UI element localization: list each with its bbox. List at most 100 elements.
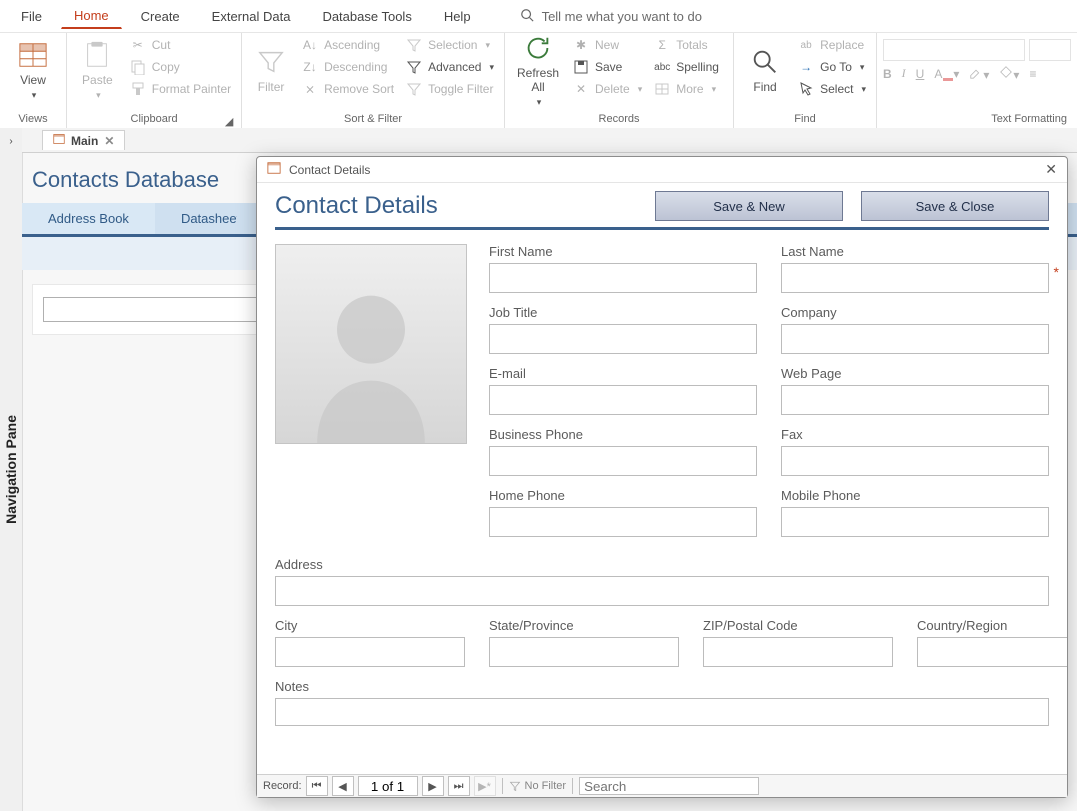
home-phone-field[interactable] [489, 507, 757, 537]
record-search-input[interactable] [579, 777, 759, 795]
more-button[interactable]: More▾ [650, 79, 723, 99]
delete-record-button[interactable]: ✕Delete▾ [569, 79, 646, 99]
fax-field[interactable] [781, 446, 1049, 476]
find-button[interactable]: Find [740, 35, 790, 105]
highlight-button[interactable]: ▾ [969, 65, 989, 82]
label-mobile-phone: Mobile Phone [781, 488, 1049, 503]
address-field[interactable] [275, 576, 1049, 606]
last-name-field[interactable] [781, 263, 1049, 293]
ribbon-group-textfmt: B I U A▾ ▾ ▾ ≡ Text Formatting [877, 33, 1077, 129]
cut-button[interactable]: ✂Cut [126, 35, 235, 55]
delete-icon: ✕ [573, 81, 589, 97]
label-zip: ZIP/Postal Code [703, 618, 893, 633]
prev-record-button[interactable]: ◀ [332, 776, 354, 796]
company-field[interactable] [781, 324, 1049, 354]
label-webpage: Web Page [781, 366, 1049, 381]
record-number-field[interactable] [358, 776, 418, 796]
selection-button[interactable]: Selection▾ [402, 35, 498, 55]
tell-me-search[interactable]: Tell me what you want to do [520, 8, 702, 25]
spelling-button[interactable]: abcSpelling [650, 57, 723, 77]
totals-button[interactable]: ΣTotals [650, 35, 723, 55]
save-and-new-button[interactable]: Save & New [655, 191, 843, 221]
menu-file[interactable]: File [8, 4, 55, 29]
expand-chevron-icon[interactable]: › [9, 136, 12, 147]
menu-create[interactable]: Create [128, 4, 193, 29]
toggle-filter-icon [406, 81, 422, 97]
replace-button[interactable]: abReplace [794, 35, 870, 55]
webpage-field[interactable] [781, 385, 1049, 415]
dialog-heading: Contact Details [275, 192, 438, 220]
goto-icon: → [798, 59, 814, 75]
paste-button[interactable]: Paste ▾ [73, 35, 122, 105]
navigation-pane-collapsed[interactable]: › Navigation Pane [0, 128, 23, 811]
copy-button[interactable]: Copy [126, 57, 235, 77]
underline-button[interactable]: U [916, 67, 925, 81]
menu-help[interactable]: Help [431, 4, 484, 29]
new-record-button[interactable]: ✱New [569, 35, 646, 55]
state-field[interactable] [489, 637, 679, 667]
country-field[interactable] [917, 637, 1067, 667]
bold-button[interactable]: B [883, 67, 892, 81]
notes-field[interactable] [275, 698, 1049, 726]
mobile-phone-field[interactable] [781, 507, 1049, 537]
descending-button[interactable]: Z↓Descending [298, 57, 398, 77]
goto-button[interactable]: →Go To▾ [794, 57, 870, 77]
zip-field[interactable] [703, 637, 893, 667]
font-name-combo[interactable] [883, 39, 1025, 61]
menu-database-tools[interactable]: Database Tools [309, 4, 424, 29]
format-painter-button[interactable]: Format Painter [126, 79, 235, 99]
dialog-launcher-icon[interactable]: ◢ [223, 115, 235, 127]
grid-icon [654, 81, 670, 97]
paste-icon [82, 40, 112, 70]
no-filter-indicator[interactable]: No Filter [509, 780, 567, 792]
ribbon-group-clipboard: Paste ▾ ✂Cut Copy Format Painter Clipboa… [67, 33, 242, 129]
filter-button[interactable]: Filter [248, 35, 294, 105]
document-tabstrip: Main ✕ [22, 128, 1077, 153]
toggle-filter-button[interactable]: Toggle Filter [402, 79, 498, 99]
first-record-button[interactable]: ⏮ [306, 776, 328, 796]
align-button[interactable]: ≡ [1029, 67, 1036, 81]
chevron-down-icon: ▾ [537, 97, 542, 108]
chevron-down-icon: ▾ [32, 90, 37, 101]
advanced-filter-icon [406, 59, 422, 75]
ascending-button[interactable]: A↓Ascending [298, 35, 398, 55]
dialog-close-button[interactable]: ✕ [1045, 161, 1057, 178]
label-home-phone: Home Phone [489, 488, 757, 503]
label-country: Country/Region [917, 618, 1067, 633]
view-button[interactable]: View ▾ [6, 35, 60, 105]
select-button[interactable]: Select▾ [794, 79, 870, 99]
contact-photo-placeholder[interactable] [275, 244, 467, 444]
ribbon-group-find: Find abReplace →Go To▾ Select▾ Find [734, 33, 877, 129]
save-record-button[interactable]: Save [569, 57, 646, 77]
tab-address-book[interactable]: Address Book [22, 203, 155, 234]
last-record-button[interactable]: ⏭ [448, 776, 470, 796]
tab-close-icon[interactable]: ✕ [104, 134, 114, 148]
scissors-icon: ✂ [130, 37, 146, 53]
first-name-field[interactable] [489, 263, 757, 293]
business-phone-field[interactable] [489, 446, 757, 476]
advanced-button[interactable]: Advanced▾ [402, 57, 498, 77]
remove-sort-button[interactable]: ⨯Remove Sort [298, 79, 398, 99]
document-tab-main[interactable]: Main ✕ [42, 130, 125, 150]
new-blank-record-button[interactable]: ▶* [474, 776, 496, 796]
save-and-close-button[interactable]: Save & Close [861, 191, 1049, 221]
font-size-combo[interactable] [1029, 39, 1071, 61]
record-navigator: Record: ⏮ ◀ ▶ ⏭ ▶* No Filter [257, 774, 1067, 797]
italic-button[interactable]: I [902, 66, 906, 81]
city-field[interactable] [275, 637, 465, 667]
group-label-find: Find [740, 111, 870, 129]
cursor-icon [798, 81, 814, 97]
next-record-button[interactable]: ▶ [422, 776, 444, 796]
email-field[interactable] [489, 385, 757, 415]
chevron-down-icon: ▾ [96, 90, 101, 101]
job-title-field[interactable] [489, 324, 757, 354]
menu-home[interactable]: Home [61, 3, 122, 29]
funnel-icon [256, 47, 286, 77]
contact-details-dialog: Contact Details ✕ Contact Details Save &… [256, 156, 1068, 798]
refresh-all-button[interactable]: Refresh All ▾ [511, 35, 565, 105]
dialog-titlebar[interactable]: Contact Details ✕ [257, 157, 1067, 183]
font-color-button[interactable]: A▾ [934, 67, 959, 81]
fill-color-button[interactable]: ▾ [999, 65, 1019, 82]
menu-external-data[interactable]: External Data [199, 4, 304, 29]
tab-datasheet[interactable]: Datasheet [155, 203, 237, 234]
